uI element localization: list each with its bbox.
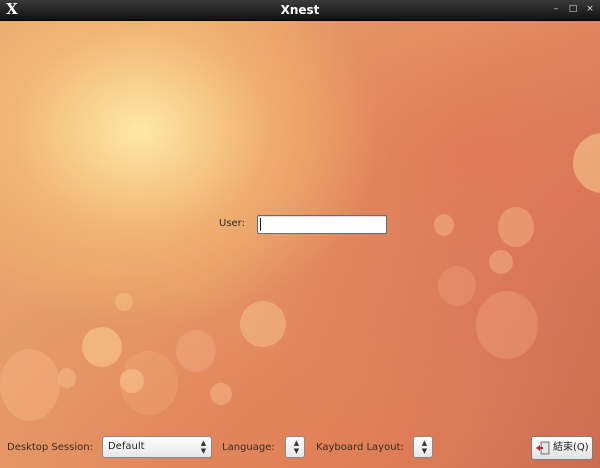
quit-label: 結束(Q) xyxy=(553,442,589,453)
keyboard-layout-select[interactable]: ▲ ▼ xyxy=(413,436,433,458)
desktop-session-value: Default xyxy=(108,441,145,452)
close-icon[interactable]: × xyxy=(584,3,596,15)
bokeh-light xyxy=(573,133,600,193)
desktop-session-label: Desktop Session: xyxy=(7,442,93,453)
bokeh-light xyxy=(498,207,534,247)
bokeh-light xyxy=(438,266,476,306)
updown-arrows-icon: ▲ ▼ xyxy=(421,439,428,455)
bokeh-light xyxy=(489,250,513,274)
exit-door-icon xyxy=(536,441,550,455)
login-background: User: Desktop Session: Default ▲ ▼ Langua… xyxy=(0,21,600,468)
keyboard-layout-label: Kayboard Layout: xyxy=(316,442,404,453)
title-bar[interactable]: X Xnest – □ × xyxy=(0,0,600,21)
bokeh-light xyxy=(58,368,76,388)
maximize-icon[interactable]: □ xyxy=(567,3,579,15)
language-select[interactable]: ▲ ▼ xyxy=(285,436,305,458)
language-label: Language: xyxy=(222,442,275,453)
xnest-window: X Xnest – □ × User: Desktop Session: Def xyxy=(0,0,600,468)
bokeh-light xyxy=(120,351,178,415)
updown-arrows-icon: ▲ ▼ xyxy=(200,439,207,455)
user-label: User: xyxy=(219,218,245,229)
text-caret xyxy=(260,218,261,231)
bokeh-light xyxy=(176,330,216,372)
quit-button[interactable]: 結束(Q) xyxy=(531,436,593,460)
bokeh-light xyxy=(240,301,286,347)
bokeh-light xyxy=(115,293,133,311)
minimize-icon[interactable]: – xyxy=(550,3,562,15)
bokeh-light xyxy=(476,291,538,359)
window-title: Xnest xyxy=(280,3,320,17)
bokeh-light xyxy=(82,327,122,367)
bokeh-light xyxy=(434,214,454,236)
desktop-session-select[interactable]: Default ▲ ▼ xyxy=(102,436,212,458)
bokeh-light xyxy=(210,383,232,405)
bokeh-light xyxy=(0,349,60,421)
updown-arrows-icon: ▲ ▼ xyxy=(293,439,300,455)
window-controls: – □ × xyxy=(550,3,596,15)
bokeh-light xyxy=(120,369,144,393)
username-input[interactable] xyxy=(257,215,387,234)
